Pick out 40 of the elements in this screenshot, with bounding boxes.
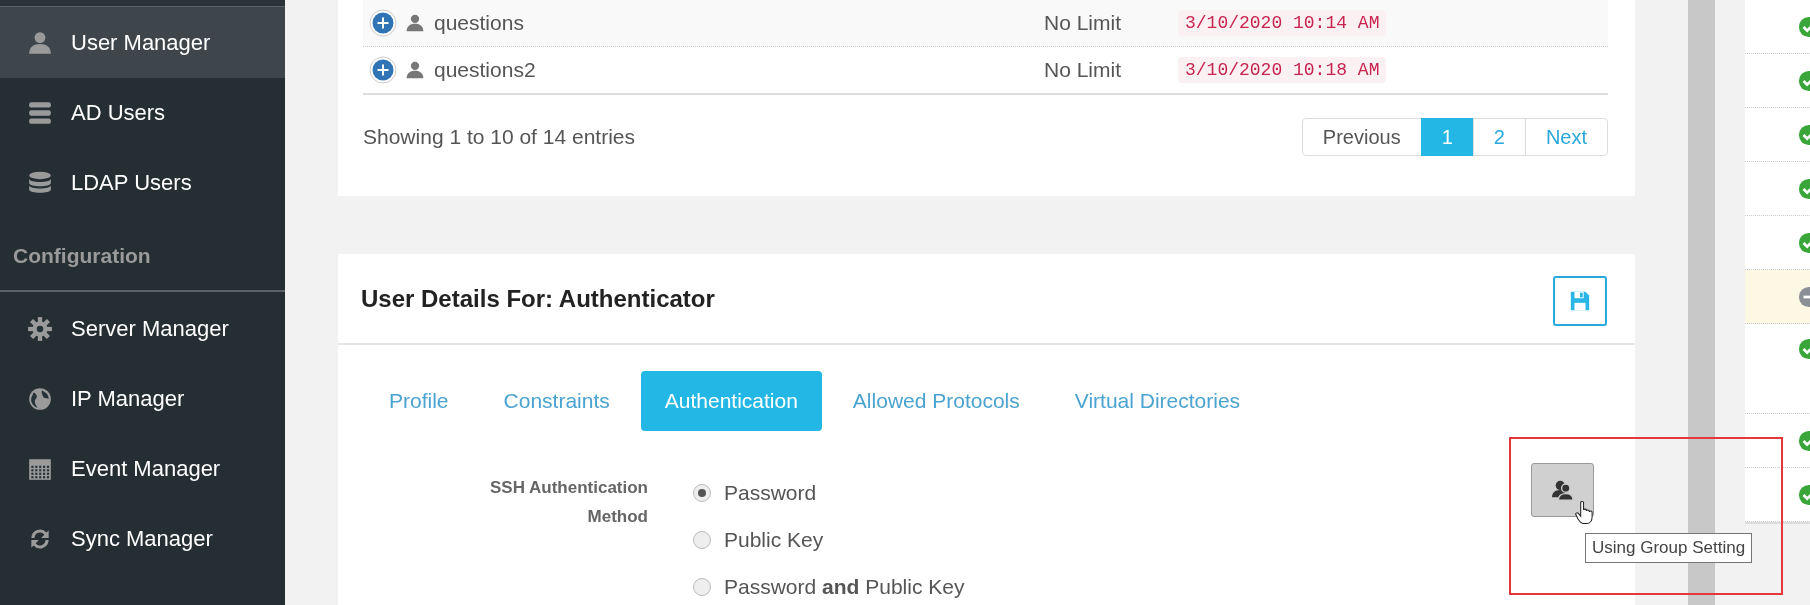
sidebar-item[interactable]: IP Manager (0, 364, 285, 434)
save-button[interactable] (1553, 275, 1607, 326)
date-tag: 3/10/2020 10:14 AM (1178, 10, 1387, 36)
table-cell-text: questions (434, 11, 525, 35)
field-label: SSH Authentication Method (488, 477, 648, 528)
section-header: Configuration (0, 218, 285, 292)
sidebar-item[interactable]: User Manager (0, 6, 285, 78)
server-icon (27, 100, 53, 126)
users-icon (1549, 479, 1576, 501)
hand-cursor-icon (1575, 500, 1594, 525)
tooltip: Using Group Setting (1585, 533, 1753, 563)
page-button[interactable]: Previous (1301, 118, 1422, 156)
sidebar-item[interactable]: Sync Manager (0, 504, 285, 574)
database-icon (27, 170, 53, 196)
user-icon (405, 13, 425, 33)
option-label: Password and Public Key (724, 574, 965, 599)
option-label: Public Key (724, 527, 824, 552)
user-icon (405, 60, 425, 80)
entries-summary: Showing 1 to 10 of 14 entries (363, 125, 635, 149)
calendar-icon (27, 456, 53, 482)
radio-button[interactable] (693, 483, 711, 502)
option-label: Password (724, 480, 817, 505)
sidebar-item[interactable]: Server Manager (0, 294, 285, 364)
date-tag: 3/10/2020 10:18 AM (1178, 57, 1387, 83)
radio-button[interactable] (693, 577, 711, 596)
sidebar-item[interactable]: Event Manager (0, 434, 285, 504)
table-cell-text: questions2 (434, 58, 537, 82)
sidebar-item[interactable]: AD Users (0, 78, 285, 148)
sidebar-item[interactable]: LDAP Users (0, 148, 285, 218)
globe-icon (27, 386, 53, 412)
radio-button[interactable] (693, 530, 711, 549)
table-cell-text: No Limit (1044, 58, 1123, 82)
save-icon (1569, 289, 1591, 312)
table-cell-text: No Limit (1044, 11, 1123, 35)
group-setting-button[interactable] (1531, 463, 1594, 517)
gear-icon (27, 316, 53, 342)
user-icon (27, 29, 53, 56)
expand-icon[interactable] (369, 56, 397, 84)
card-title: User Details For: Authenticator (361, 284, 715, 313)
expand-icon[interactable] (369, 9, 397, 37)
